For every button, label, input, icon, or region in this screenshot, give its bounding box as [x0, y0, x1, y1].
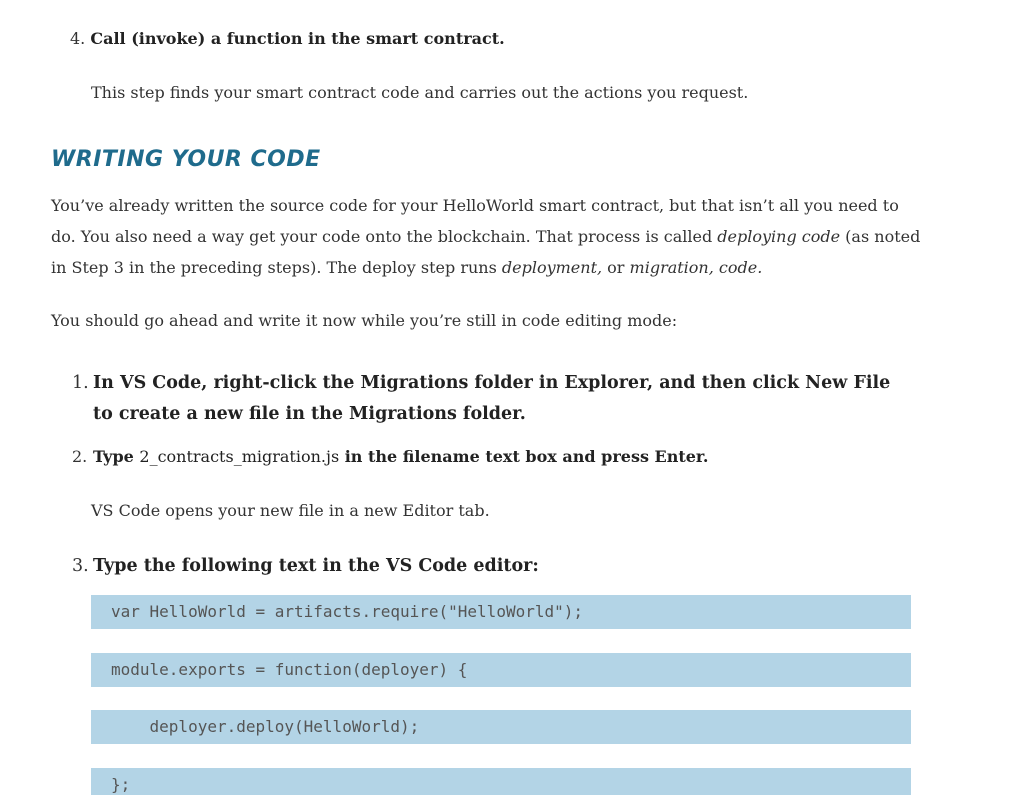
list-text-part: Type: [93, 447, 140, 466]
intro-paragraph: You’ve already written the source code f…: [51, 190, 921, 283]
step-4-heading: 4. Call (invoke) a function in the smart…: [70, 28, 505, 50]
list-number: 3.: [72, 556, 89, 576]
paragraph-text: or: [602, 258, 630, 277]
list-item-step-1: 1. In VS Code, right-click the Migration…: [72, 368, 912, 430]
code-line: deployer.deploy(HelloWorld);: [91, 710, 911, 744]
step-2-description: VS Code opens your new file in a new Edi…: [91, 501, 490, 520]
list-item-step-2: 2. Type 2_contracts_migration.js in the …: [72, 446, 912, 468]
code-line: var HelloWorld = artifacts.require("Hell…: [91, 595, 911, 629]
list-text: Type 2_contracts_migration.js in the fil…: [93, 446, 912, 468]
step-4-description: This step finds your smart contract code…: [91, 83, 749, 102]
instruction-paragraph: You should go ahead and write it now whi…: [51, 311, 678, 330]
emphasis-migration-code: migration, code.: [629, 258, 763, 277]
emphasis-deployment: deployment,: [501, 258, 603, 277]
document-page: 4. Call (invoke) a function in the smart…: [0, 0, 1021, 795]
list-text-part: in the filename text box and press Enter…: [339, 447, 709, 466]
code-line: module.exports = function(deployer) {: [91, 653, 911, 687]
emphasis-deploying-code: deploying code: [717, 227, 841, 246]
code-line: };: [91, 768, 911, 795]
step-number: 4.: [70, 29, 86, 48]
filename-text: 2_contracts_migration.js: [139, 447, 340, 466]
list-item-step-3: 3. Type the following text in the VS Cod…: [72, 554, 912, 578]
list-number: 1.: [72, 373, 89, 393]
list-number: 2.: [72, 447, 88, 466]
list-text: In VS Code, right-click the Migrations f…: [93, 373, 891, 424]
step-title: Call (invoke) a function in the smart co…: [90, 29, 505, 48]
section-heading: WRITING YOUR CODE: [51, 147, 321, 172]
list-text: Type the following text in the VS Code e…: [93, 556, 539, 576]
